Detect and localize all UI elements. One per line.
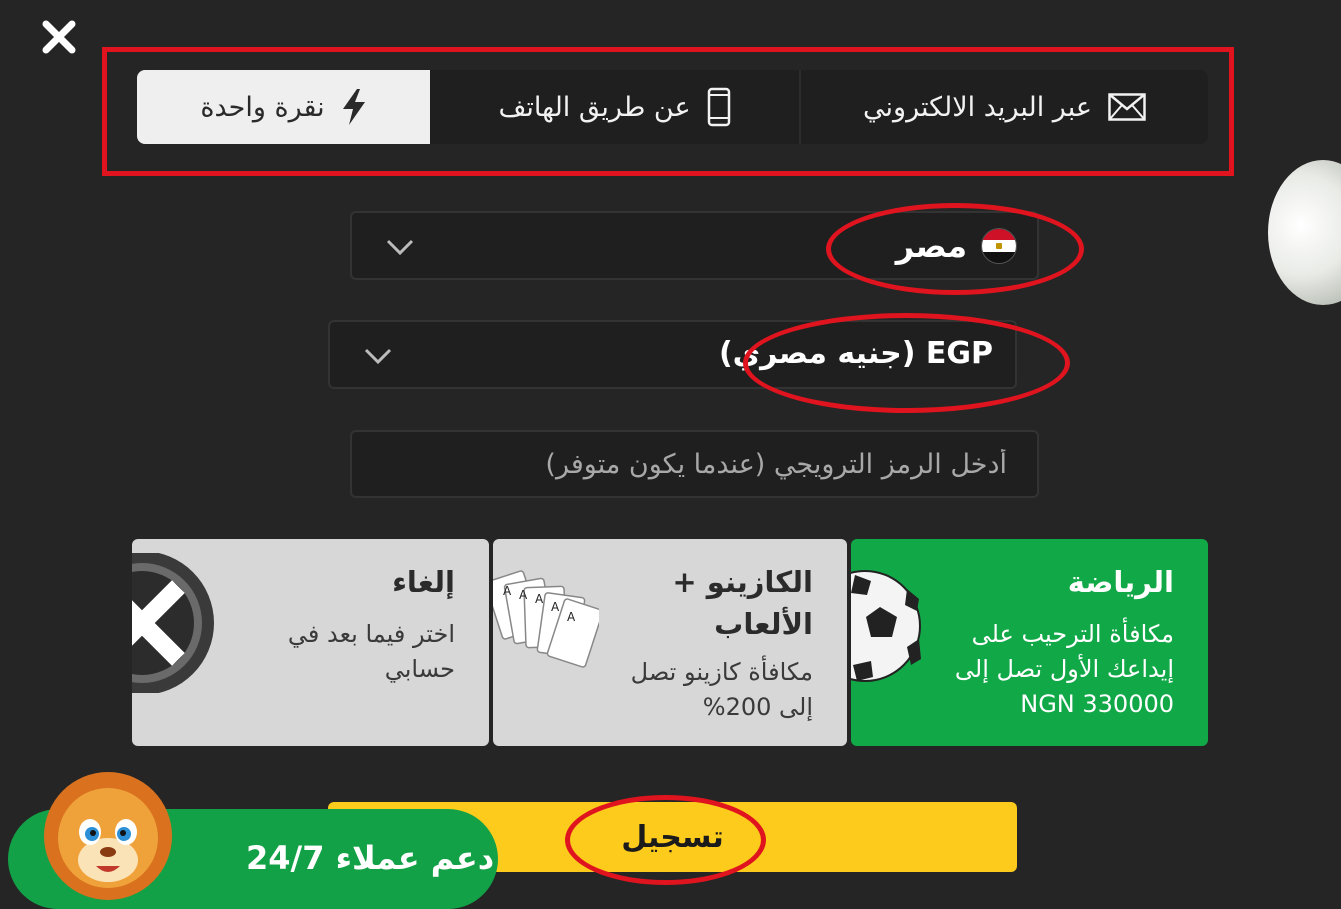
- bonus-card-sport[interactable]: الرياضة مكافأة الترحيب على إيداعك الأول …: [851, 539, 1208, 746]
- egypt-flag-icon: [981, 228, 1017, 264]
- tab-email[interactable]: عبر البريد الالكتروني: [801, 70, 1208, 144]
- chevron-down-icon: [380, 227, 420, 267]
- tab-one-click[interactable]: نقرة واحدة: [137, 70, 430, 144]
- bonus-card-casino[interactable]: A A A A A الكازينو + الألعاب مكافأة كازي…: [493, 539, 847, 746]
- registration-method-tabs: نقرة واحدة عن طريق الهاتف عبر البريد الا…: [137, 70, 1208, 144]
- lightning-icon: [341, 88, 367, 126]
- country-value: مصر: [896, 227, 1017, 265]
- tab-one-click-label: نقرة واحدة: [200, 91, 325, 123]
- country-select[interactable]: مصر: [350, 211, 1039, 280]
- chevron-down-icon: [358, 336, 398, 376]
- tab-email-label: عبر البريد الالكتروني: [863, 91, 1092, 123]
- bonus-cancel-title: إلغاء: [392, 565, 455, 599]
- promo-code-input[interactable]: [350, 430, 1039, 498]
- bonus-card-cancel[interactable]: إلغاء اختر فيما بعد في حسابي: [132, 539, 489, 746]
- bonus-sport-description: مكافأة الترحيب على إيداعك الأول تصل إلى …: [954, 620, 1174, 718]
- currency-value: EGP (جنيه مصري): [718, 336, 993, 371]
- close-icon[interactable]: [40, 18, 78, 56]
- bonus-cancel-description: اختر فيما بعد في حسابي: [287, 620, 455, 683]
- tab-phone-label: عن طريق الهاتف: [498, 91, 691, 123]
- bonus-casino-title: الكازينو + الألعاب: [672, 565, 813, 641]
- svg-text:A: A: [535, 592, 544, 606]
- soccer-ball-icon: [851, 569, 923, 683]
- country-label: مصر: [895, 227, 967, 265]
- svg-text:A: A: [567, 610, 576, 624]
- svg-text:A: A: [519, 588, 528, 602]
- register-label: تسجيل: [621, 819, 724, 855]
- currency-select[interactable]: EGP (جنيه مصري): [328, 320, 1017, 389]
- phone-icon: [707, 87, 731, 127]
- svg-text:A: A: [503, 584, 512, 598]
- envelope-icon: [1108, 93, 1146, 121]
- lion-mascot-icon: [26, 764, 194, 904]
- playing-cards-icon: A A A A A: [493, 555, 604, 695]
- bonus-casino-description: مكافأة كازينو تصل إلى 200%: [630, 658, 813, 721]
- decorative-ball-icon: [1268, 160, 1341, 305]
- tab-phone[interactable]: عن طريق الهاتف: [430, 70, 801, 144]
- bonus-sport-title: الرياضة: [1067, 565, 1174, 599]
- cancel-x-icon: [132, 551, 222, 695]
- svg-text:A: A: [551, 600, 560, 614]
- support-label: دعم عملاء 24/7: [246, 839, 495, 877]
